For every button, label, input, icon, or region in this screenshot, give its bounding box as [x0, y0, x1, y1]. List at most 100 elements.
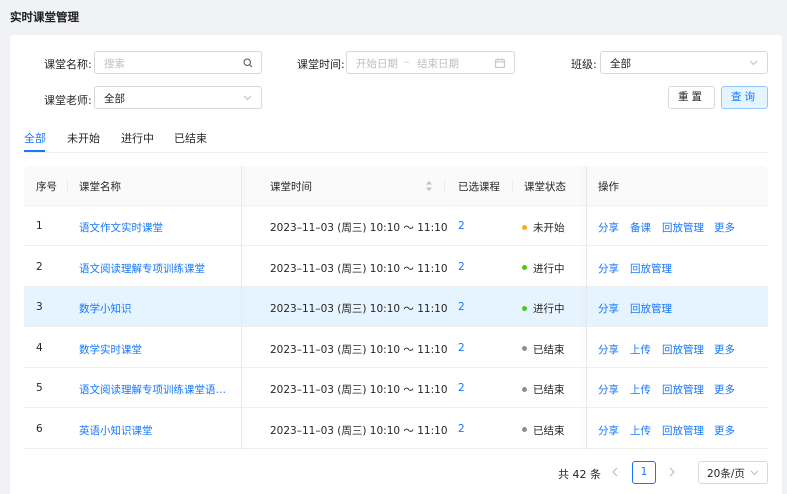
- header-separator: [444, 179, 445, 193]
- classroom-name-link[interactable]: 数学实时课堂: [79, 342, 142, 357]
- share-action-link[interactable]: 分享: [598, 423, 619, 438]
- chevron-down-icon: [750, 470, 759, 476]
- fixed-column-shadow-right: [586, 166, 587, 449]
- table-row[interactable]: 2 语文阅读理解专项训练课堂 2023–11–03 (周三) 10:10 ～ 11:…: [24, 246, 768, 287]
- table-row[interactable]: 4 数学实时课堂 2023–11–03 (周三) 10:10 ～ 11:10 2 已结束…: [24, 327, 768, 368]
- row-index: 4: [36, 341, 43, 354]
- chevron-down-icon: [243, 95, 252, 101]
- header-separator: [512, 179, 513, 193]
- sort-icon[interactable]: [425, 180, 433, 192]
- classroom-name-link[interactable]: 数学小知识: [79, 301, 132, 316]
- class-select[interactable]: 全部: [600, 51, 768, 74]
- row-index: 3: [36, 301, 43, 313]
- status-badge: 未开始: [522, 220, 565, 235]
- classroom-name-link[interactable]: 语文阅读理解专项训练课堂: [79, 261, 205, 276]
- share-action-link[interactable]: 分享: [598, 220, 619, 235]
- table-header: 序号 课堂名称 课堂时间 已选课程 课堂状态 操作: [24, 166, 768, 206]
- classroom-name-link[interactable]: 语文作文实时课堂: [79, 220, 163, 235]
- status-text: 已结束: [533, 424, 565, 437]
- more-action-link[interactable]: 更多: [714, 220, 735, 235]
- status-dot: [522, 386, 527, 392]
- table-row[interactable]: 1 语文作文实时课堂 2023–11–03 (周三) 10:10 ～ 11:10 2 未…: [24, 206, 768, 246]
- status-badge: 进行中: [522, 301, 565, 316]
- replay-action-link[interactable]: 回放管理: [662, 382, 704, 397]
- name-search-placeholder: 搜索: [104, 58, 125, 70]
- page-title: 实时课堂管理: [10, 10, 79, 24]
- selected-courses-link[interactable]: 2: [458, 423, 465, 435]
- query-button[interactable]: 查询: [721, 86, 768, 109]
- page-size-value: 20条/页: [707, 468, 745, 480]
- more-action-link[interactable]: 更多: [714, 382, 735, 397]
- classroom-time: 2023–11–03 (周三) 10:10 ～ 11:10: [270, 262, 448, 275]
- status-text: 进行中: [533, 303, 565, 315]
- tabs-divider: [24, 152, 768, 153]
- status-badge: 已结束: [522, 382, 565, 397]
- name-filter-label: 课堂名称:: [44, 58, 92, 71]
- more-action-link[interactable]: 更多: [714, 342, 735, 357]
- replay-action-link[interactable]: 回放管理: [662, 220, 704, 235]
- tab-in-progress[interactable]: 进行中: [121, 130, 154, 146]
- classroom-time: 2023–11–03 (周三) 10:10 ～ 11:10: [270, 343, 448, 356]
- fixed-column-shadow-left: [241, 166, 242, 449]
- table-row[interactable]: 6 英语小知识课堂 2023–11–03 (周三) 10:10 ～ 11:10 2 已结…: [24, 408, 768, 449]
- row-index: 6: [36, 422, 43, 435]
- tab-not-started[interactable]: 未开始: [67, 130, 100, 146]
- row-index: 1: [36, 220, 43, 232]
- date-range-picker[interactable]: 开始日期 – 结束日期: [346, 51, 515, 74]
- selected-courses-link[interactable]: 2: [458, 382, 465, 394]
- classroom-name-link[interactable]: 英语小知识课堂: [79, 423, 153, 438]
- classroom-time: 2023–11–03 (周三) 10:10 ～ 11:10: [270, 424, 448, 437]
- prepare-action-link[interactable]: 备课: [630, 220, 651, 235]
- header-time[interactable]: 课堂时间: [270, 179, 312, 194]
- status-dot: [522, 305, 527, 311]
- page-size-select[interactable]: 20条/页: [698, 461, 768, 484]
- name-search-input[interactable]: 搜索: [94, 51, 262, 74]
- upload-action-link[interactable]: 上传: [630, 423, 651, 438]
- status-dot: [522, 265, 527, 270]
- page-1-button[interactable]: 1: [632, 461, 656, 484]
- end-date-placeholder: 结束日期: [417, 58, 459, 70]
- share-action-link[interactable]: 分享: [598, 382, 619, 397]
- replay-action-link[interactable]: 回放管理: [662, 423, 704, 438]
- share-action-link[interactable]: 分享: [598, 261, 619, 276]
- replay-action-link[interactable]: 回放管理: [662, 342, 704, 357]
- teacher-select[interactable]: 全部: [94, 86, 262, 109]
- status-text: 已结束: [533, 384, 565, 396]
- reset-button[interactable]: 重置: [668, 86, 715, 109]
- more-action-link[interactable]: 更多: [714, 423, 735, 438]
- header-separator: [67, 179, 68, 193]
- header-courses: 已选课程: [458, 181, 500, 193]
- table-row[interactable]: 5 语文阅读理解专项训练课堂语… 2023–11–03 (周三) 10:10 ～ 1…: [24, 368, 768, 408]
- table-row[interactable]: 3 数学小知识 2023–11–03 (周三) 10:10 ～ 11:10 2 进行中 分…: [24, 287, 768, 327]
- selected-courses-link[interactable]: 2: [458, 261, 465, 273]
- classroom-name-link[interactable]: 语文阅读理解专项训练课堂语…: [79, 382, 226, 397]
- replay-action-link[interactable]: 回放管理: [630, 261, 672, 276]
- header-name: 课堂名称: [79, 181, 121, 193]
- status-text: 进行中: [533, 262, 565, 275]
- classroom-time: 2023–11–03 (周三) 10:10 ～ 11:10: [270, 303, 448, 315]
- teacher-select-value: 全部: [104, 93, 125, 105]
- row-index: 2: [36, 260, 43, 273]
- status-dot: [522, 224, 527, 230]
- selected-courses-link[interactable]: 2: [458, 342, 465, 354]
- header-index: 序号: [36, 181, 57, 193]
- pagination-total: 共 42 条: [558, 468, 601, 481]
- status-text: 未开始: [533, 222, 565, 234]
- upload-action-link[interactable]: 上传: [630, 342, 651, 357]
- selected-courses-link[interactable]: 2: [458, 220, 465, 232]
- status-dot: [522, 427, 527, 432]
- upload-action-link[interactable]: 上传: [630, 382, 651, 397]
- tab-ended[interactable]: 已结束: [174, 130, 207, 146]
- status-text: 已结束: [533, 343, 565, 356]
- tab-all[interactable]: 全部: [24, 130, 46, 146]
- share-action-link[interactable]: 分享: [598, 301, 619, 316]
- next-page-icon[interactable]: [662, 462, 682, 482]
- prev-page-icon[interactable]: [605, 462, 625, 482]
- replay-action-link[interactable]: 回放管理: [630, 301, 672, 316]
- classroom-time: 2023–11–03 (周三) 10:10 ～ 11:10: [270, 222, 448, 234]
- status-badge: 已结束: [522, 342, 565, 357]
- search-icon: [243, 58, 253, 68]
- status-badge: 已结束: [522, 423, 565, 438]
- share-action-link[interactable]: 分享: [598, 342, 619, 357]
- selected-courses-link[interactable]: 2: [458, 301, 465, 313]
